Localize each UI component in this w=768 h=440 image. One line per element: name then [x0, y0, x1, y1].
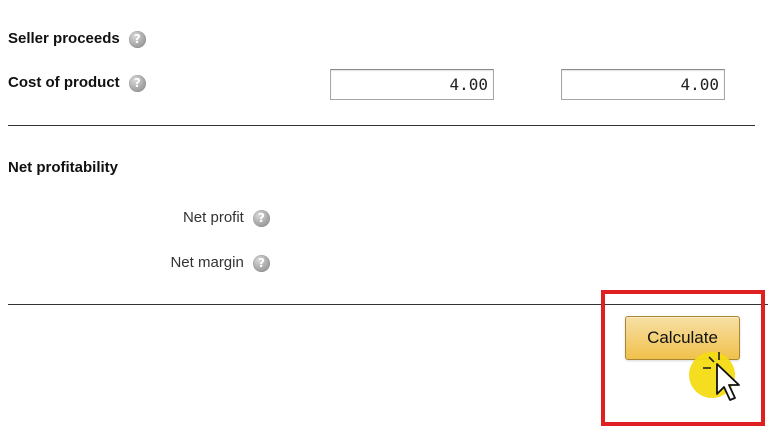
net-profit-row: Net profit ?	[183, 209, 270, 227]
help-icon[interactable]: ?	[253, 209, 270, 227]
cost-of-product-row: Cost of product ?	[8, 74, 146, 92]
fee-calculator-panel: Seller proceeds ? Cost of product ? Net …	[0, 0, 768, 440]
arrow-cursor-icon	[703, 352, 740, 401]
help-icon[interactable]: ?	[128, 30, 146, 48]
cost-of-product-label: Cost of product	[8, 74, 120, 91]
help-icon[interactable]: ?	[128, 74, 146, 92]
net-margin-label: Net margin	[170, 254, 244, 271]
seller-proceeds-row: Seller proceeds ?	[8, 30, 146, 48]
section-divider	[8, 125, 755, 126]
cost-of-product-input-right[interactable]	[561, 69, 725, 100]
seller-proceeds-label: Seller proceeds	[8, 30, 120, 47]
cost-of-product-input-left[interactable]	[330, 69, 494, 100]
net-margin-row: Net margin ?	[170, 254, 270, 272]
net-profit-label: Net profit	[182, 209, 244, 226]
net-profitability-heading: Net profitability	[8, 159, 119, 176]
help-icon[interactable]: ?	[253, 254, 270, 272]
